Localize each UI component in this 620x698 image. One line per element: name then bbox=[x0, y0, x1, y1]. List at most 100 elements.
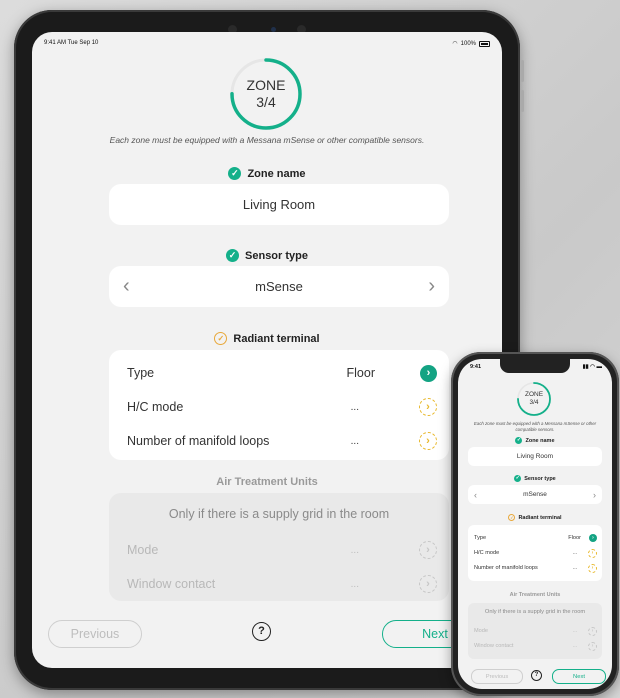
zone-name-field[interactable]: Living Room bbox=[109, 184, 449, 225]
row-label: Window contact bbox=[127, 577, 216, 591]
row-value: ... bbox=[572, 550, 577, 556]
row-label: Window contact bbox=[474, 643, 514, 649]
chevron-left-icon[interactable]: ‹ bbox=[123, 266, 130, 307]
chevron-left-icon[interactable]: ‹ bbox=[474, 485, 477, 504]
row-value: ... bbox=[572, 643, 577, 649]
ring-text: ZONE 3/4 bbox=[228, 56, 304, 132]
status-time: 9:41 AM Tue Sep 10 bbox=[44, 40, 99, 46]
phone-air-title: Air Treatment Units bbox=[509, 592, 561, 598]
radiant-terminal-card: Type Floor › H/C mode ... › Number of ma… bbox=[109, 350, 449, 460]
pending-arrow-icon[interactable]: › bbox=[588, 548, 597, 558]
radiant-row-hc-mode[interactable]: H/C mode ... › bbox=[127, 390, 437, 424]
radiant-row-manifold-loops[interactable]: Number of manifold loops ... › bbox=[127, 424, 437, 458]
next-button[interactable]: Next bbox=[552, 669, 606, 684]
phone-device: 9:41 ▮▮ ◠ ▬ ZONE 3/4 Each zone must be e… bbox=[451, 352, 619, 696]
tablet-screen: 9:41 AM Tue Sep 10 ◠ 100% ZONE 3/4 Each … bbox=[32, 32, 502, 668]
phone-zone-name-title: ✓ Zone name bbox=[458, 437, 612, 444]
row-label: Type bbox=[127, 366, 155, 380]
phone-status-time: 9:41 bbox=[470, 364, 482, 370]
row-value: Floor bbox=[568, 535, 581, 541]
wifi-icon: ◠ bbox=[452, 41, 458, 47]
air-treatment-note: Only if there is a supply grid in the ro… bbox=[168, 507, 390, 521]
phone-radiant-card: Type Floor › H/C mode ... › Number of ma… bbox=[468, 525, 602, 581]
disabled-arrow-icon: › bbox=[419, 575, 437, 593]
sensor-type-heading: Sensor type bbox=[245, 249, 308, 262]
air-row-mode: Mode ... › bbox=[474, 624, 597, 638]
radiant-row-type[interactable]: Type Floor › bbox=[474, 531, 597, 545]
row-value: Floor bbox=[346, 366, 375, 380]
row-label: H/C mode bbox=[474, 550, 500, 556]
phone-screen: 9:41 ▮▮ ◠ ▬ ZONE 3/4 Each zone must be e… bbox=[458, 359, 612, 689]
phone-zone-name-field[interactable]: Living Room bbox=[468, 447, 602, 466]
check-icon: ✓ bbox=[226, 249, 240, 262]
radiant-row-hc-mode[interactable]: H/C mode ... › bbox=[474, 546, 597, 560]
previous-button[interactable]: Previous bbox=[48, 620, 142, 648]
sensor-type-selector: ‹ mSense › bbox=[109, 266, 449, 307]
battery-icon bbox=[479, 40, 490, 47]
disabled-arrow-icon: › bbox=[588, 626, 597, 636]
status-bar: 9:41 AM Tue Sep 10 ◠ 100% bbox=[44, 40, 490, 47]
tablet-side-button bbox=[521, 60, 524, 82]
air-treatment-title: Air Treatment Units bbox=[216, 476, 318, 488]
check-icon: ✓ bbox=[515, 437, 523, 444]
previous-button[interactable]: Previous bbox=[471, 669, 523, 684]
chevron-right-icon[interactable]: › bbox=[593, 485, 596, 504]
battery-percent: 100% bbox=[460, 40, 476, 47]
pending-arrow-icon[interactable]: › bbox=[588, 563, 597, 573]
signal-icon: ▮▮ ◠ ▬ bbox=[582, 364, 602, 370]
pending-check-icon: ✓ bbox=[214, 332, 228, 345]
row-value: ... bbox=[572, 565, 577, 571]
tablet-device: 9:41 AM Tue Sep 10 ◠ 100% ZONE 3/4 Each … bbox=[14, 10, 524, 690]
row-value: ... bbox=[350, 578, 359, 590]
status-right: ◠ 100% bbox=[452, 40, 490, 47]
help-icon[interactable]: ? bbox=[531, 670, 542, 681]
check-icon: ✓ bbox=[514, 475, 522, 482]
pending-arrow-icon[interactable]: › bbox=[419, 432, 437, 450]
zone-name-title: ✓ Zone name bbox=[32, 167, 502, 180]
phone-air-card: Only if there is a supply grid in the ro… bbox=[468, 603, 602, 659]
zone-name-value: Living Room bbox=[516, 453, 554, 460]
tablet-side-button bbox=[521, 90, 524, 112]
phone-ring-text: ZONE 3/4 bbox=[516, 381, 552, 417]
phone-zone-progress-ring: ZONE 3/4 bbox=[516, 381, 552, 417]
row-label: Type bbox=[474, 535, 487, 541]
zone-progress-ring: ZONE 3/4 bbox=[228, 56, 304, 132]
page-subtitle: Each zone must be equipped with a Messan… bbox=[109, 135, 425, 145]
row-value: ... bbox=[350, 401, 359, 413]
phone-subtitle: Each zone must be equipped with a Messan… bbox=[473, 421, 597, 432]
row-label: Number of manifold loops bbox=[127, 434, 270, 448]
air-row-window-contact: Window contact ... › bbox=[474, 639, 597, 653]
air-row-window-contact: Window contact ... › bbox=[127, 567, 437, 601]
radiant-row-type[interactable]: Type Floor › bbox=[127, 356, 437, 390]
sensor-type-value: mSense bbox=[523, 491, 547, 498]
row-label: Mode bbox=[127, 543, 159, 557]
phone-sensor-type-selector: ‹ mSense › bbox=[468, 485, 602, 504]
disabled-arrow-icon: › bbox=[588, 641, 597, 651]
radiant-row-manifold-loops[interactable]: Number of manifold loops ... › bbox=[474, 561, 597, 575]
check-icon: ✓ bbox=[228, 167, 242, 180]
row-label: Number of manifold loops bbox=[474, 565, 538, 571]
sensor-type-title: ✓ Sensor type bbox=[32, 249, 502, 262]
zone-progress: 3/4 bbox=[256, 94, 276, 110]
chevron-right-icon[interactable]: › bbox=[428, 266, 435, 307]
radiant-terminal-heading: Radiant terminal bbox=[518, 514, 562, 521]
air-treatment-note: Only if there is a supply grid in the ro… bbox=[484, 609, 586, 615]
chevron-right-icon[interactable]: › bbox=[589, 534, 597, 542]
row-value: ... bbox=[350, 435, 359, 447]
zone-name-value: Living Room bbox=[242, 197, 316, 212]
phone-status-bar: 9:41 ▮▮ ◠ ▬ bbox=[470, 364, 602, 370]
chevron-right-icon[interactable]: › bbox=[420, 364, 437, 382]
phone-sensor-type-title: ✓ Sensor type bbox=[458, 475, 612, 482]
radiant-terminal-heading: Radiant terminal bbox=[233, 332, 320, 345]
row-value: ... bbox=[350, 544, 359, 556]
row-label: Mode bbox=[474, 628, 488, 634]
radiant-terminal-title: ✓ Radiant terminal bbox=[32, 332, 502, 345]
sensor-type-heading: Sensor type bbox=[524, 475, 556, 482]
phone-radiant-title: ✓ Radiant terminal bbox=[458, 514, 612, 521]
air-treatment-card: Only if there is a supply grid in the ro… bbox=[109, 493, 449, 601]
help-icon[interactable]: ? bbox=[252, 622, 271, 641]
zone-name-heading: Zone name bbox=[525, 437, 555, 444]
zone-label: ZONE bbox=[246, 77, 286, 93]
air-row-mode: Mode ... › bbox=[127, 533, 437, 567]
pending-arrow-icon[interactable]: › bbox=[419, 398, 437, 416]
